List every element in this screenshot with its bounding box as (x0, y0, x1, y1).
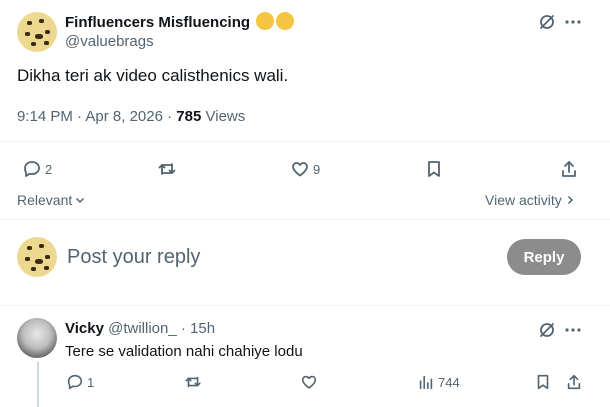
reply-text: Tere se validation nahi chahiye lodu (65, 343, 303, 360)
retweet-action[interactable] (157, 159, 177, 179)
tweet-time[interactable]: 9:14 PM (17, 108, 73, 125)
grok-icon[interactable] (537, 12, 557, 32)
reply-composer-input[interactable]: Post your reply (67, 246, 200, 269)
reply-icon (67, 374, 83, 390)
more-icon[interactable] (563, 320, 583, 340)
reply-icon (24, 161, 40, 177)
reply-header: Vicky @twillion_ · 15h (65, 320, 215, 337)
like-action[interactable] (300, 373, 318, 391)
author-avatar[interactable] (17, 12, 57, 52)
meta-separator: · (167, 108, 173, 125)
share-icon[interactable] (559, 159, 579, 179)
meta-separator: · (77, 108, 83, 125)
reply-count: 1 (87, 374, 95, 390)
share-icon[interactable] (565, 373, 583, 391)
retweet-icon (158, 163, 176, 175)
divider (0, 219, 610, 220)
reply-action[interactable]: 2 (22, 159, 52, 179)
like-icon (301, 375, 317, 389)
tweet-meta: 9:14 PM · Apr 8, 2026 · 785 Views (17, 108, 245, 125)
tweet-text: Dikha teri ak video calisthenics wali. (17, 66, 289, 85)
views-label: Views (205, 108, 246, 125)
reply-age[interactable]: 15h (190, 320, 215, 337)
author-name-row: Finfluencers Misfluencing (65, 12, 295, 32)
reply-count: 2 (45, 161, 53, 177)
like-count: 9 (313, 161, 321, 177)
reply-action[interactable]: 1 (66, 373, 94, 391)
divider (0, 305, 610, 306)
analytics-action[interactable]: 744 (417, 373, 460, 391)
clapping-emoji-icon (256, 12, 275, 30)
view-activity-label: View activity (485, 192, 562, 208)
sort-label: Relevant (17, 192, 73, 208)
tweet-date[interactable]: Apr 8, 2026 (85, 108, 163, 125)
bookmark-icon[interactable] (424, 159, 444, 179)
like-action[interactable]: 9 (290, 159, 320, 179)
reply-views-count: 744 (438, 374, 460, 390)
retweet-icon (185, 376, 201, 388)
thread-line (37, 362, 39, 407)
retweet-action[interactable] (184, 373, 202, 391)
author-display-name[interactable]: Finfluencers Misfluencing (65, 14, 250, 31)
reply-submit-button[interactable]: Reply (507, 239, 581, 275)
analytics-icon (419, 375, 433, 390)
grok-icon[interactable] (537, 320, 557, 340)
meta-separator: · (180, 320, 186, 337)
reply-author-avatar[interactable] (17, 318, 57, 358)
composer-avatar[interactable] (17, 237, 57, 277)
bookmark-icon[interactable] (534, 373, 552, 391)
view-activity-link[interactable]: View activity (485, 192, 576, 208)
views-count: 785 (176, 108, 202, 125)
clapping-emoji-icon (276, 12, 295, 30)
chevron-right-icon (567, 195, 573, 205)
more-icon[interactable] (563, 12, 583, 32)
reply-display-name[interactable]: Vicky (65, 320, 104, 337)
like-icon (292, 162, 308, 177)
chevron-down-icon (76, 197, 85, 204)
reply-handle[interactable]: @twillion_ (108, 320, 177, 337)
sort-dropdown[interactable]: Relevant (17, 192, 86, 208)
author-handle[interactable]: @valuebrags (65, 33, 154, 50)
divider (0, 141, 610, 142)
